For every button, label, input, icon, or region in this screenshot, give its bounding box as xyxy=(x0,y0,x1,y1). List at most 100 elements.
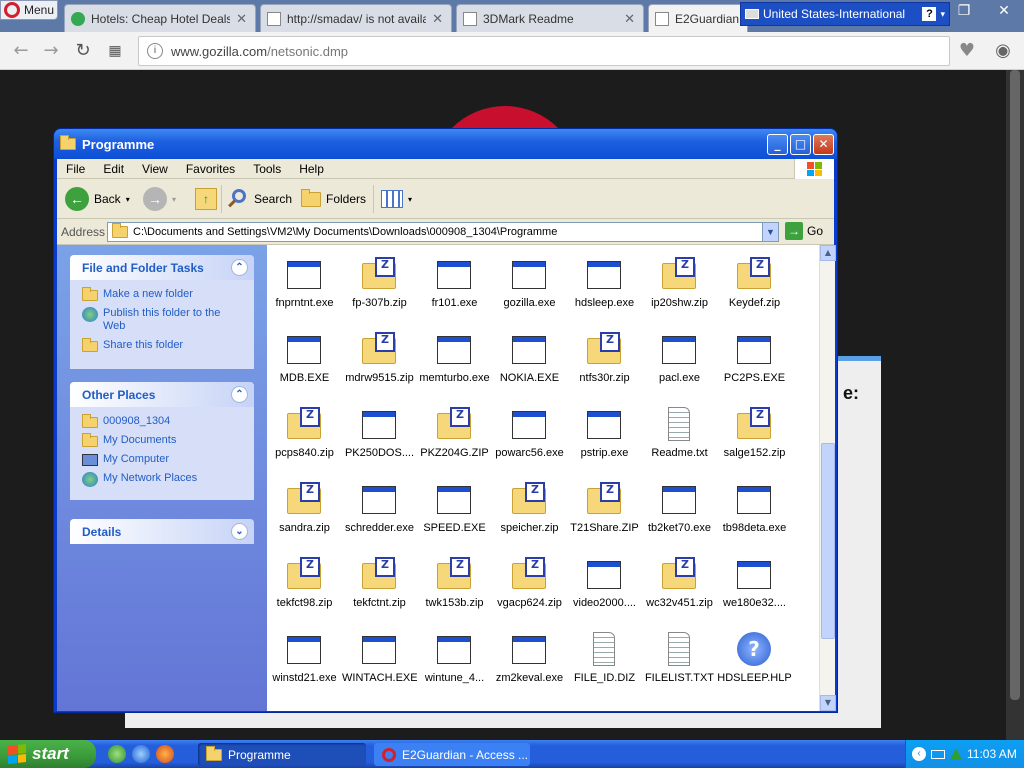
start-button[interactable]: start xyxy=(0,740,96,768)
tray-network-icon[interactable] xyxy=(931,749,945,759)
task-make-new-folder[interactable]: Make a new folder xyxy=(70,285,254,304)
close-button[interactable]: ✕ xyxy=(813,134,834,155)
go-button[interactable]: → Go xyxy=(785,222,823,240)
panel-header[interactable]: Other Places ⌃ xyxy=(70,382,254,407)
file-item[interactable]: FILE_ID.DIZ xyxy=(567,632,642,707)
tab-e2guardian[interactable]: E2Guardian - A xyxy=(648,4,748,32)
file-item[interactable]: winstd21.exe xyxy=(267,632,342,707)
back-button[interactable]: ← Back ▾ xyxy=(65,185,130,213)
file-item[interactable]: salge152.zip xyxy=(717,407,792,482)
file-item[interactable]: vgacp624.zip xyxy=(492,557,567,632)
file-item[interactable]: WINTACH.EXE xyxy=(342,632,417,707)
account-icon[interactable]: ◉ xyxy=(992,40,1014,62)
place-000908-1304[interactable]: 000908_1304 xyxy=(70,412,254,431)
file-item[interactable]: pcps840.zip xyxy=(267,407,342,482)
heart-icon[interactable]: ♥ xyxy=(956,40,978,62)
task-share-folder[interactable]: Share this folder xyxy=(70,336,254,355)
file-item[interactable]: tb98deta.exe xyxy=(717,482,792,557)
file-list-scrollbar[interactable]: ▲ ▼ xyxy=(819,245,836,711)
menu-file[interactable]: File xyxy=(57,162,94,176)
menu-edit[interactable]: Edit xyxy=(94,162,133,176)
file-item[interactable]: wc32v451.zip xyxy=(642,557,717,632)
minimize-button[interactable]: _ xyxy=(767,134,788,155)
forward-button[interactable]: → ▾ xyxy=(143,185,176,213)
file-item[interactable]: PKZ204G.ZIP xyxy=(417,407,492,482)
task-publish-web[interactable]: Publish this folder to the Web xyxy=(70,304,254,336)
restore-window-icon[interactable]: ❐ xyxy=(950,0,978,22)
page-scrollbar-thumb[interactable] xyxy=(1010,70,1020,700)
file-item[interactable]: tekfct98.zip xyxy=(267,557,342,632)
file-item[interactable]: pstrip.exe xyxy=(567,407,642,482)
file-item[interactable]: ntfs30r.zip xyxy=(567,332,642,407)
page-scrollbar[interactable] xyxy=(1006,70,1024,740)
search-button[interactable]: Search xyxy=(227,185,292,213)
maximize-button[interactable]: □ xyxy=(790,134,811,155)
address-dropdown-icon[interactable]: ▼ xyxy=(762,223,778,241)
file-item[interactable]: fnprntnt.exe xyxy=(267,257,342,332)
language-bar[interactable]: United States-International ? ▾ xyxy=(740,2,950,26)
chevron-down-icon[interactable]: ▾ xyxy=(172,195,176,204)
chevron-down-icon[interactable]: ▾ xyxy=(940,9,945,20)
file-item[interactable]: T21Share.ZIP xyxy=(567,482,642,557)
place-my-computer[interactable]: My Computer xyxy=(70,450,254,469)
file-item[interactable]: SPEED.EXE xyxy=(417,482,492,557)
scroll-down-icon[interactable]: ▼ xyxy=(820,695,836,711)
file-item[interactable]: Readme.txt xyxy=(642,407,717,482)
menu-view[interactable]: View xyxy=(133,162,177,176)
file-item[interactable]: FILELIST.TXT xyxy=(642,632,717,707)
tray-expand-icon[interactable]: ‹ xyxy=(912,747,926,761)
file-item[interactable]: video2000.... xyxy=(567,557,642,632)
back-arrow-icon[interactable]: ← xyxy=(10,40,32,62)
close-window-icon[interactable]: ✕ xyxy=(990,0,1018,22)
panel-header[interactable]: Details ⌄ xyxy=(70,519,254,544)
close-tab-icon[interactable]: ✕ xyxy=(432,11,443,27)
address-input[interactable]: C:\Documents and Settings\VM2\My Documen… xyxy=(107,222,779,242)
forward-arrow-icon[interactable]: → xyxy=(40,40,62,62)
file-item[interactable]: tekfctnt.zip xyxy=(342,557,417,632)
internet-explorer-icon[interactable] xyxy=(132,745,150,763)
menu-help[interactable]: Help xyxy=(290,162,333,176)
file-item[interactable]: PK250DOS.... xyxy=(342,407,417,482)
menu-tools[interactable]: Tools xyxy=(244,162,290,176)
scroll-up-icon[interactable]: ▲ xyxy=(820,245,836,261)
file-item[interactable]: sandra.zip xyxy=(267,482,342,557)
tab-3dmark[interactable]: 3DMark Readme ✕ xyxy=(456,4,644,32)
place-my-network[interactable]: My Network Places xyxy=(70,469,254,490)
chevron-down-icon[interactable]: ▾ xyxy=(408,195,412,204)
tab-hotels[interactable]: Hotels: Cheap Hotel Deals on ✕ xyxy=(64,4,256,32)
file-item[interactable]: mdrw9515.zip xyxy=(342,332,417,407)
address-field[interactable]: i www.gozilla.com/netsonic.dmp xyxy=(138,36,950,66)
file-item[interactable]: speicher.zip xyxy=(492,482,567,557)
file-item[interactable]: powarc56.exe xyxy=(492,407,567,482)
file-item[interactable]: ip20shw.zip xyxy=(642,257,717,332)
collapse-icon[interactable]: ⌃ xyxy=(231,386,248,403)
file-item[interactable]: Keydef.zip xyxy=(717,257,792,332)
file-item[interactable]: pacl.exe xyxy=(642,332,717,407)
explorer-titlebar[interactable]: Programme _ □ ✕ xyxy=(54,129,837,159)
file-item[interactable]: ? HDSLEEP.HLP xyxy=(717,632,792,707)
file-item[interactable]: wintune_4... xyxy=(417,632,492,707)
file-item[interactable]: schredder.exe xyxy=(342,482,417,557)
help-icon[interactable]: ? xyxy=(922,7,937,21)
speed-dial-icon[interactable]: ▦ xyxy=(104,40,126,62)
file-item[interactable]: gozilla.exe xyxy=(492,257,567,332)
site-info-icon[interactable]: i xyxy=(147,43,163,59)
close-tab-icon[interactable]: ✕ xyxy=(236,11,247,27)
views-button[interactable]: ▾ xyxy=(381,185,412,213)
file-item[interactable]: fr101.exe xyxy=(417,257,492,332)
quicklaunch-desktop-icon[interactable] xyxy=(108,745,126,763)
reload-icon[interactable]: ↻ xyxy=(72,40,94,62)
file-item[interactable]: zm2keval.exe xyxy=(492,632,567,707)
up-folder-button[interactable]: ↑ xyxy=(195,185,217,213)
file-item[interactable]: tb2ket70.exe xyxy=(642,482,717,557)
expand-icon[interactable]: ⌄ xyxy=(231,523,248,540)
taskbar-programme-button[interactable]: Programme xyxy=(198,743,366,766)
tray-security-icon[interactable] xyxy=(950,748,962,760)
chevron-down-icon[interactable]: ▾ xyxy=(126,195,130,204)
file-item[interactable]: fp-307b.zip xyxy=(342,257,417,332)
file-item[interactable]: NOKIA.EXE xyxy=(492,332,567,407)
file-item[interactable]: hdsleep.exe xyxy=(567,257,642,332)
tab-smadav[interactable]: http://smadav/ is not availab ✕ xyxy=(260,4,452,32)
taskbar-e2guardian-button[interactable]: E2Guardian - Access ... xyxy=(374,743,530,766)
scrollbar-thumb[interactable] xyxy=(821,443,835,639)
